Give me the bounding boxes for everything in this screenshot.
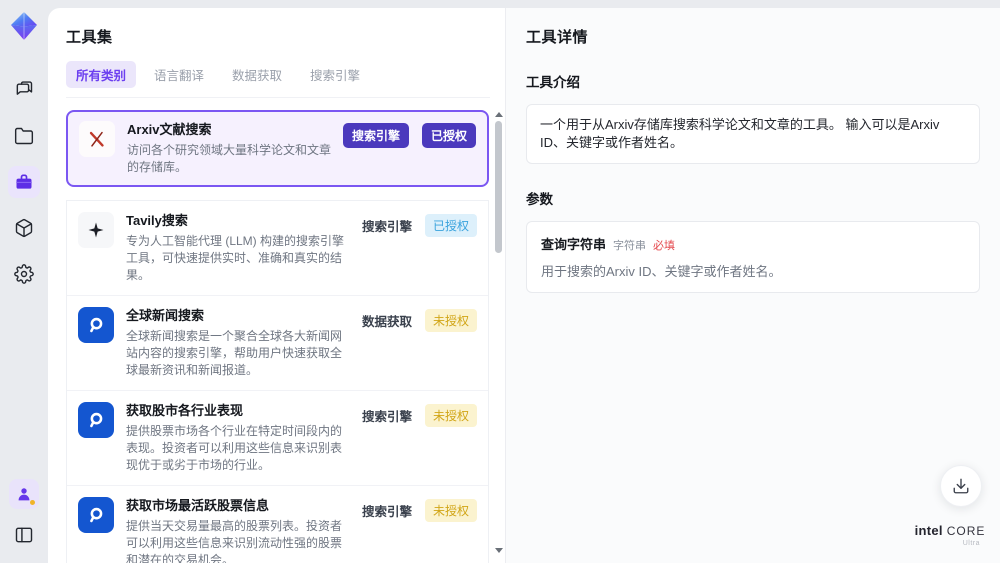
tool-desc: 全球新闻搜索是一个聚合全球各大新闻网站内容的搜索引擎，帮助用户快速获取全球最新资… bbox=[126, 329, 343, 377]
tool-desc: 专为人工智能代理 (LLM) 构建的搜索引擎工具，可快速提供实时、准确和真实的结… bbox=[126, 234, 345, 282]
folder-icon[interactable] bbox=[8, 120, 40, 152]
tab-all-categories[interactable]: 所有类别 bbox=[66, 61, 137, 88]
tool-name: Arxiv文献搜索 bbox=[127, 122, 212, 137]
download-button[interactable] bbox=[940, 465, 982, 507]
brand-word-core: core bbox=[946, 524, 986, 538]
rail-bottom bbox=[8, 479, 40, 551]
param-name: 查询字符串 bbox=[541, 237, 607, 252]
tools-list-panel: 工具集 所有类别 语言翻译 数据获取 搜索引擎 Arxiv文献搜索 访问各个研究… bbox=[48, 8, 505, 563]
download-icon bbox=[953, 478, 969, 494]
category-label: 搜索引擎 bbox=[361, 220, 412, 234]
active-stocks-icon bbox=[78, 497, 114, 533]
category-label: 搜索引擎 bbox=[361, 410, 412, 424]
settings-gear-icon[interactable] bbox=[8, 258, 40, 290]
detail-title: 工具详情 bbox=[526, 29, 589, 46]
toolbox-icon[interactable] bbox=[8, 166, 40, 198]
panel-toggle-icon[interactable] bbox=[8, 519, 40, 551]
status-badge: 未授权 bbox=[424, 404, 477, 427]
tool-desc: 提供股票市场各个行业在特定时间段内的表现。投资者可以利用这些信息来识别表现优于或… bbox=[126, 424, 343, 472]
params-heading: 参数 bbox=[526, 192, 553, 207]
tool-detail-panel: 工具详情 工具介绍 一个用于从Arxiv存储库搜索科学论文和文章的工具。 输入可… bbox=[505, 8, 1000, 563]
intel-core-logo: intel core Ultra bbox=[914, 524, 986, 547]
param-type: 字符串 bbox=[613, 240, 647, 252]
status-badge: 已授权 bbox=[424, 214, 477, 237]
category-label: 搜索引擎 bbox=[361, 505, 412, 519]
main-surface: 工具集 所有类别 语言翻译 数据获取 搜索引擎 Arxiv文献搜索 访问各个研究… bbox=[48, 8, 1000, 563]
left-nav-rail bbox=[0, 0, 48, 563]
param-card: 查询字符串 字符串 必填 用于搜索的Arxiv ID、关键字或作者姓名。 bbox=[526, 221, 980, 293]
status-badge: 已授权 bbox=[421, 123, 476, 148]
news-search-icon bbox=[78, 307, 114, 343]
tool-rows: Tavily搜索 专为人工智能代理 (LLM) 构建的搜索引擎工具，可快速提供实… bbox=[66, 200, 489, 563]
category-tabs: 所有类别 语言翻译 数据获取 搜索引擎 bbox=[66, 61, 490, 98]
intro-heading: 工具介绍 bbox=[526, 75, 580, 90]
vertical-scrollbar[interactable] bbox=[494, 112, 503, 553]
tab-search-engine[interactable]: 搜索引擎 bbox=[300, 61, 370, 88]
status-dot bbox=[30, 500, 35, 505]
tool-item-global-news[interactable]: 全球新闻搜索 全球新闻搜索是一个聚合全球各大新闻网站内容的搜索引擎，帮助用户快速… bbox=[67, 296, 488, 391]
scroll-up-arrow-icon[interactable] bbox=[495, 112, 503, 117]
user-avatar[interactable] bbox=[9, 479, 39, 509]
status-badge: 未授权 bbox=[424, 309, 477, 332]
category-badge: 搜索引擎 bbox=[342, 123, 409, 148]
tab-language-translation[interactable]: 语言翻译 bbox=[144, 61, 214, 88]
tool-item-tavily[interactable]: Tavily搜索 专为人工智能代理 (LLM) 构建的搜索引擎工具，可快速提供实… bbox=[67, 201, 488, 296]
tool-name: 获取股市各行业表现 bbox=[126, 403, 244, 418]
tool-name: Tavily搜索 bbox=[126, 213, 188, 228]
app-logo-icon bbox=[8, 10, 40, 42]
sparkle-icon bbox=[78, 212, 114, 248]
scrollbar-thumb[interactable] bbox=[495, 121, 502, 253]
tool-item-arxiv[interactable]: Arxiv文献搜索 访问各个研究领域大量科学论文和文章的存储库。 搜索引擎 已授… bbox=[66, 110, 489, 187]
brand-word-intel: intel bbox=[914, 523, 943, 538]
brand-sub-label: Ultra bbox=[962, 540, 980, 547]
status-badge: 未授权 bbox=[424, 499, 477, 522]
tool-desc: 访问各个研究领域大量科学论文和文章的存储库。 bbox=[127, 143, 332, 174]
tab-data-fetch[interactable]: 数据获取 bbox=[222, 61, 292, 88]
tool-list-scroll-area: Arxiv文献搜索 访问各个研究领域大量科学论文和文章的存储库。 搜索引擎 已授… bbox=[66, 110, 505, 563]
scroll-down-arrow-icon[interactable] bbox=[495, 548, 503, 553]
tool-intro-text: 一个用于从Arxiv存储库搜索科学论文和文章的工具。 输入可以是Arxiv ID… bbox=[526, 104, 980, 164]
tool-item-stock-sectors[interactable]: 获取股市各行业表现 提供股票市场各个行业在特定时间段内的表现。投资者可以利用这些… bbox=[67, 391, 488, 486]
stock-sector-icon bbox=[78, 402, 114, 438]
arxiv-x-icon bbox=[79, 121, 115, 157]
category-label: 数据获取 bbox=[361, 315, 412, 329]
package-icon[interactable] bbox=[8, 212, 40, 244]
param-required-flag: 必填 bbox=[653, 240, 676, 252]
chat-icon[interactable] bbox=[8, 74, 40, 106]
rail-nav bbox=[8, 74, 40, 290]
page-title: 工具集 bbox=[66, 29, 113, 46]
tool-item-active-stocks[interactable]: 获取市场最活跃股票信息 提供当天交易量最高的股票列表。投资者可以利用这些信息来识… bbox=[67, 486, 488, 563]
tool-desc: 提供当天交易量最高的股票列表。投资者可以利用这些信息来识别流动性强的股票和潜在的… bbox=[126, 519, 343, 563]
param-desc: 用于搜索的Arxiv ID、关键字或作者姓名。 bbox=[541, 264, 782, 279]
tool-name: 获取市场最活跃股票信息 bbox=[126, 498, 270, 513]
tool-name: 全球新闻搜索 bbox=[126, 308, 205, 323]
